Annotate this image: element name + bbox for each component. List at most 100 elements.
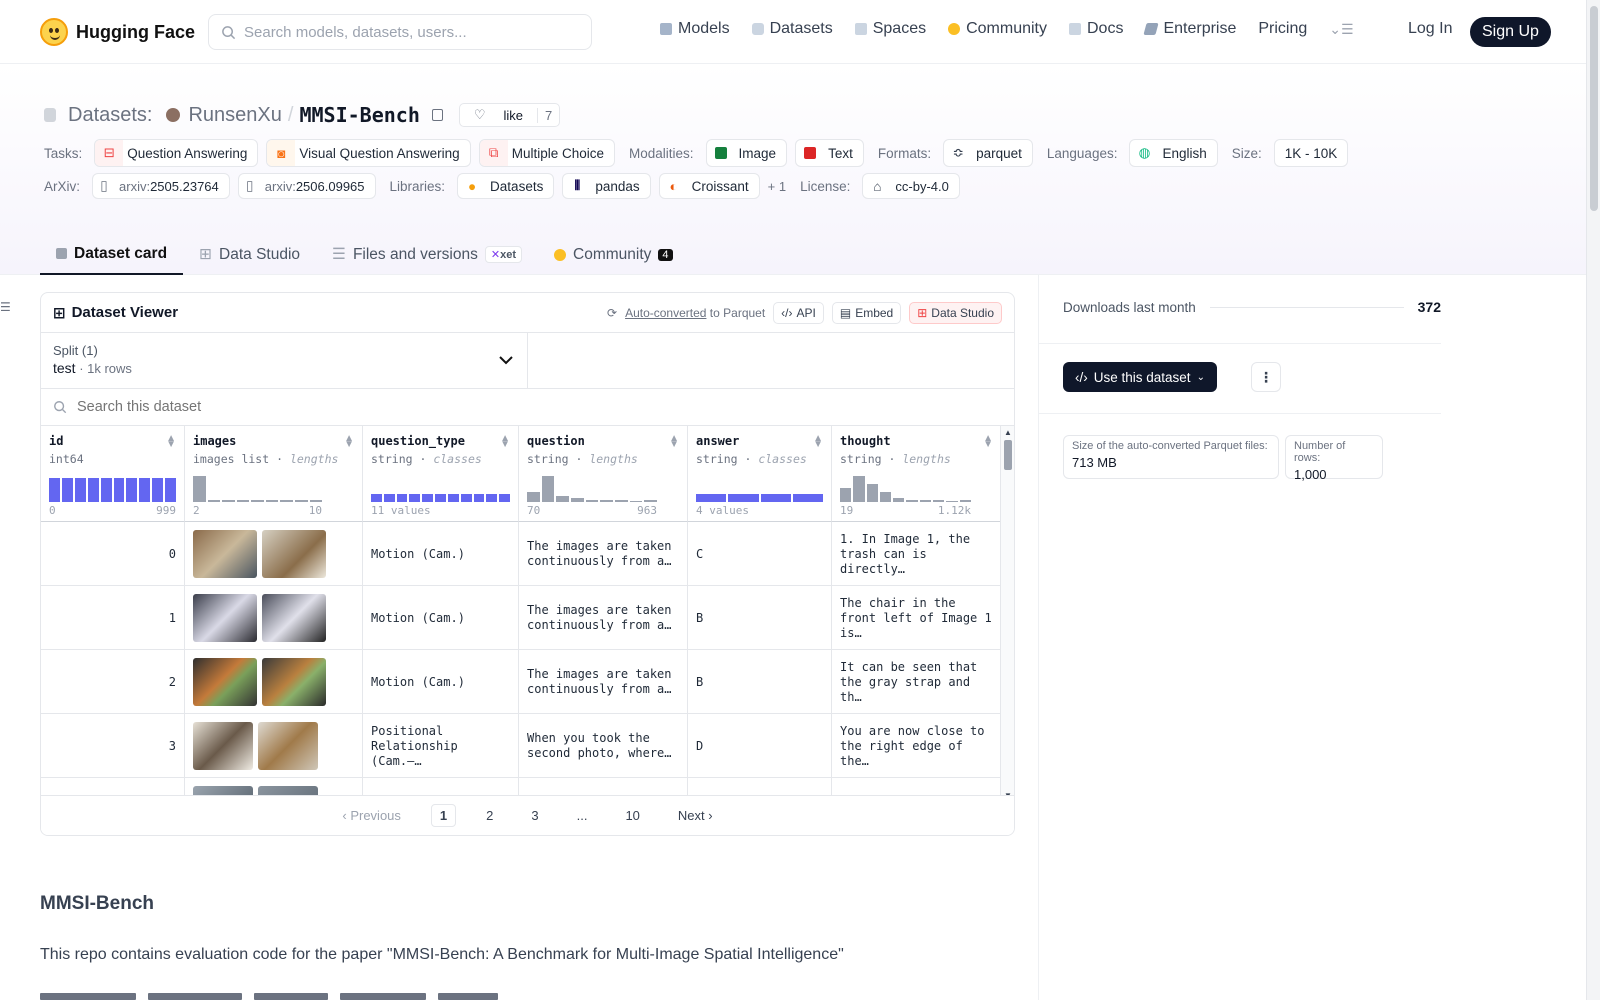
nav-pricing[interactable]: Pricing [1258,20,1307,38]
tag-label: cc-by-4.0 [895,178,949,194]
image-thumbnail[interactable] [262,530,326,578]
tag-license[interactable]: ⌂ cc-by-4.0 [862,173,960,199]
languages-label: Languages: [1046,145,1118,161]
enterprise-icon [1143,23,1160,35]
tag-arxiv-1[interactable]: ▯ arxiv:2505.23764 [92,173,230,199]
image-thumbnail[interactable] [193,722,253,770]
nav-enterprise[interactable]: Enterprise [1143,20,1236,38]
cell-id: 1 [41,586,185,650]
more-options-button[interactable]: ⋮ [1251,362,1281,392]
image-thumbnail[interactable] [193,530,257,578]
column-header-answer[interactable]: answer string · classes ▲ ▼ 4 values [688,426,832,522]
sort-icon[interactable]: ▲ ▼ [813,434,823,450]
page-button[interactable]: 3 [523,805,546,826]
column-header-id[interactable]: id int64 ▲ ▼ 0 999 [41,426,185,522]
tag-text[interactable]: Text [795,139,864,167]
tag-question-answering[interactable]: ⊟ Question Answering [94,139,259,167]
tag-size[interactable]: 1K - 10K [1273,139,1349,167]
tag-visual-qa[interactable]: ◙ Visual Question Answering [266,139,471,167]
page-button[interactable]: 1 [430,804,457,827]
table-row[interactable]: 1 Motion (Cam.) The images are taken con… [41,586,1002,650]
image-thumbnail[interactable] [262,594,326,642]
libraries-more[interactable]: + 1 [768,179,786,194]
repo-type-label[interactable]: Datasets: [68,104,152,127]
sort-icon[interactable]: ▲ ▼ [500,434,510,450]
page-scrollbar[interactable] [1586,0,1600,1000]
tab-dataset-card[interactable]: Dataset card [40,234,184,275]
data-table: id int64 ▲ ▼ 0 999 images images list · le… [41,426,1014,802]
nav-docs-label: Docs [1087,20,1124,37]
next-page-button[interactable]: Next › [670,805,721,826]
sort-icon[interactable]: ▲ ▼ [344,434,354,450]
api-button[interactable]: ‹/› API [773,301,824,324]
tag-image[interactable]: Image [705,139,788,167]
more-menu-icon[interactable]: ⌄☰ [1329,21,1353,38]
scroll-up-icon[interactable]: ▲ [1004,428,1012,437]
tag-arxiv-2[interactable]: ▯ arxiv:2506.09965 [237,173,376,199]
signup-button[interactable]: Sign Up [1470,17,1551,47]
table-row[interactable]: 2 Motion (Cam.) The images are taken con… [41,650,1002,714]
column-header-images[interactable]: images images list · lengths ▲ ▼ 2 10 [185,426,363,522]
arxiv-prefix: arxiv: [264,178,296,194]
tab-files[interactable]: ☰ Files and versions ✕xet [316,234,538,275]
column-header-question[interactable]: question string · lengths ▲ ▼ 70 963 [519,426,688,522]
sort-icon[interactable]: ▲ ▼ [983,434,993,450]
table-row[interactable]: 0 Motion (Cam.) The images are taken con… [41,522,1002,586]
table-scrollbar[interactable]: ▲ ▼ [1000,426,1014,802]
nav-community[interactable]: Community [948,20,1047,38]
column-header-question-type[interactable]: question_type string · classes ▲ ▼ 11 val… [363,426,519,522]
nav-spaces[interactable]: Spaces [854,20,926,38]
page-button[interactable]: 10 [617,805,647,826]
sort-icon[interactable]: ▲ ▼ [669,434,679,450]
data-studio-button[interactable]: ⊞ Data Studio [909,301,1002,324]
viewer-search[interactable] [41,389,1014,426]
path-separator: / [287,103,294,126]
copy-icon[interactable] [431,109,443,121]
nav-models[interactable]: Models [660,20,730,38]
column-type: string [696,452,738,466]
global-search[interactable] [208,14,592,50]
tag-english[interactable]: ◍ English [1129,139,1218,167]
like-button[interactable]: ♡ like 7 [458,103,561,127]
toc-toggle-icon[interactable]: ☰ [0,300,11,314]
image-thumbnail[interactable] [193,658,257,706]
auto-converted-link[interactable]: Auto-converted [625,306,706,320]
repo-owner[interactable]: RunsenXu [188,104,281,127]
image-thumbnail[interactable] [262,658,326,706]
embed-button[interactable]: ▤ Embed [831,301,902,324]
repo-name[interactable]: MMSI-Bench [299,103,419,127]
tag-parquet[interactable]: ≎ parquet [943,139,1033,167]
login-link[interactable]: Log In [1408,20,1452,38]
global-search-input[interactable] [244,23,574,41]
nav-docs[interactable]: Docs [1069,20,1123,38]
community-icon [554,248,566,261]
cell-images [185,586,363,650]
use-dataset-button[interactable]: ‹/› Use this dataset ⌄ [1063,362,1217,392]
viewer-search-input[interactable] [77,399,777,415]
column-header-thought[interactable]: thought string · lengths ▲ ▼ 19 1.12k [832,426,1002,522]
class-bar [371,472,510,502]
cell-id: 3 [41,714,185,778]
sort-icon[interactable]: ▲ ▼ [166,434,176,450]
cell-thought: You are now close to the right edge of t… [832,714,1002,778]
table-scrollbar-thumb[interactable] [1004,440,1012,470]
nav-datasets[interactable]: Datasets [751,20,833,38]
page-scrollbar-thumb[interactable] [1590,6,1598,211]
image-thumbnail[interactable] [258,722,318,770]
tab-data-studio[interactable]: ⊞ Data Studio [183,234,316,275]
cell-id: 2 [41,650,185,714]
table-row[interactable]: 3 Positional Relationship (Cam.–… When y… [41,714,1002,778]
split-selector[interactable]: Split (1) test · 1k rows [41,333,528,388]
tag-lib-datasets[interactable]: ● Datasets [457,173,555,199]
page-button[interactable]: 2 [478,805,501,826]
parquet-size-stat: Size of the auto-converted Parquet files… [1063,435,1279,479]
split-value: test [53,360,76,376]
tag-lib-pandas[interactable]: ⫴ pandas [562,173,651,199]
tag-lib-croissant[interactable]: ◐ Croissant [658,173,760,199]
tag-multiple-choice[interactable]: ⧉ Multiple Choice [478,139,615,167]
tab-community[interactable]: Community 4 [538,234,689,275]
previous-page-button[interactable]: ‹ Previous [334,805,409,826]
image-thumbnail[interactable] [193,594,257,642]
column-name: question [527,434,585,448]
brand-logo[interactable]: Hugging Face [40,18,195,46]
